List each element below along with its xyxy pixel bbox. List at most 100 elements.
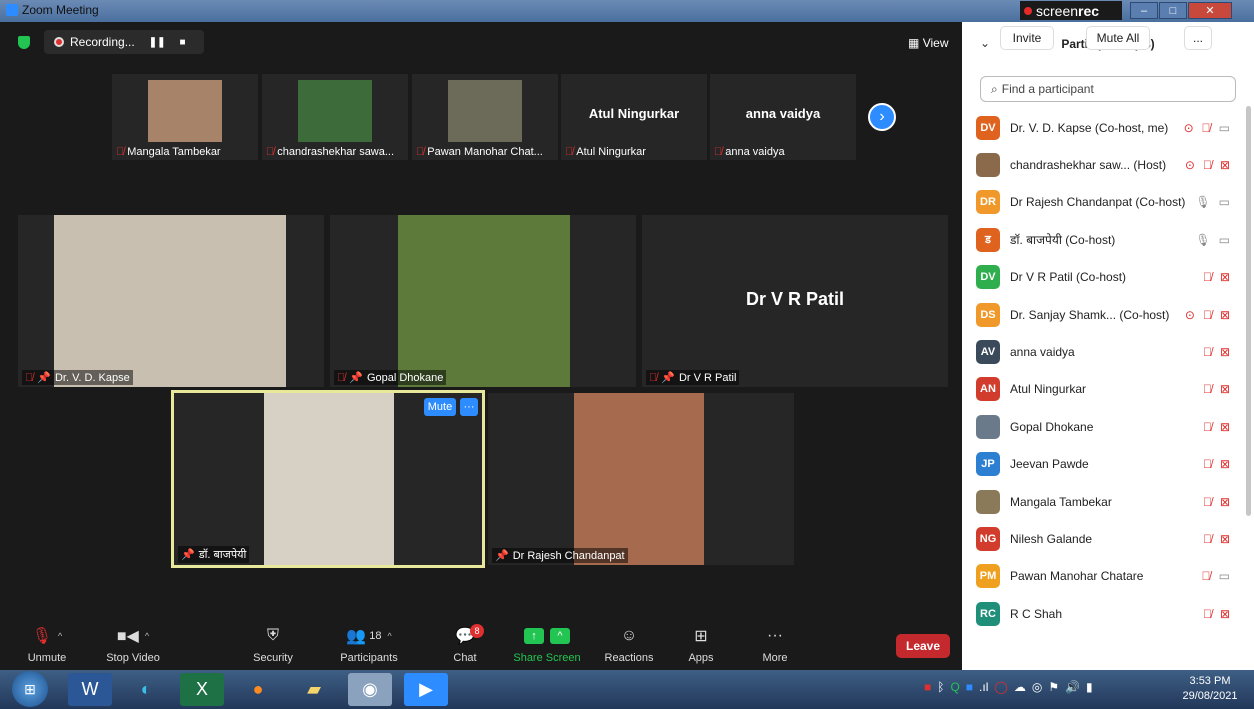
mic-icon[interactable]: 🎙: [1195, 195, 1210, 209]
camera-off-icon[interactable]: ⊠: [1220, 382, 1230, 396]
chat-button[interactable]: 💬 8 Chat: [430, 622, 500, 670]
participant-row[interactable]: Gopal Dhokane 🎙̸ ⊠: [976, 408, 1242, 445]
thumb-tile[interactable]: anna vaidya 🎙̸ anna vaidya: [710, 74, 856, 160]
unmute-button[interactable]: 🎙 ^ Unmute: [12, 622, 82, 670]
apps-button[interactable]: ⊞ Apps: [666, 622, 736, 670]
participant-row[interactable]: NG Nilesh Galande 🎙̸ ⊠: [976, 520, 1242, 557]
thumb-tile[interactable]: Atul Ningurkar 🎙̸ Atul Ningurkar: [561, 74, 707, 160]
taskbar-clock[interactable]: 3:53 PM 29/08/2021: [1170, 674, 1250, 704]
security-shield-icon[interactable]: [18, 36, 30, 49]
next-page-button[interactable]: ›: [868, 103, 896, 131]
thumb-tile[interactable]: 🎙̸ Pawan Manohar Chat...: [412, 74, 558, 160]
mic-muted-icon[interactable]: 🎙̸: [1203, 158, 1212, 172]
chevron-up-icon[interactable]: ^: [58, 631, 62, 641]
mic-icon[interactable]: 🎙: [1195, 233, 1210, 247]
participant-row[interactable]: DV Dr V R Patil (Co-host) 🎙̸ ⊠: [976, 259, 1242, 296]
camera-off-icon[interactable]: ⊠: [1220, 607, 1230, 621]
participant-search-input[interactable]: ⌕ Find a participant: [980, 76, 1236, 102]
participant-row[interactable]: DR Dr Rajesh Chandanpat (Co-host) 🎙 ▭: [976, 184, 1242, 221]
panel-more-button[interactable]: ...: [1184, 26, 1212, 50]
video-tile[interactable]: 🎙̸ 📌 Dr. V. D. Kapse: [18, 215, 324, 387]
camera-icon[interactable]: ▭: [1219, 121, 1230, 135]
mic-muted-icon[interactable]: 🎙̸: [1203, 495, 1212, 509]
mic-muted-icon[interactable]: 🎙̸: [1203, 270, 1212, 284]
participant-row[interactable]: AV anna vaidya 🎙̸ ⊠: [976, 333, 1242, 370]
mic-muted-icon[interactable]: 🎙̸: [1203, 420, 1212, 434]
participant-row[interactable]: Mangala Tambekar 🎙̸ ⊠: [976, 483, 1242, 520]
view-button[interactable]: ▦ View: [908, 36, 948, 50]
zoom-taskbar-icon[interactable]: ▶: [404, 673, 448, 706]
tray-search-icon[interactable]: ◎: [1032, 680, 1042, 694]
invite-button[interactable]: Invite: [1000, 26, 1054, 50]
tray-blue-icon[interactable]: ■: [966, 680, 973, 694]
leave-button[interactable]: Leave: [896, 634, 950, 658]
video-tile[interactable]: Dr V R Patil 🎙̸ 📌 Dr V R Patil: [642, 215, 948, 387]
participant-row[interactable]: chandrashekhar saw... (Host) ⊙ 🎙̸ ⊠: [976, 146, 1242, 183]
active-speaker-tile[interactable]: 📌 डॉ. बाजपेयी: [171, 390, 485, 568]
participant-row[interactable]: RC R C Shah 🎙̸ ⊠: [976, 595, 1242, 632]
participant-row[interactable]: JP Jeevan Pawde 🎙̸ ⊠: [976, 446, 1242, 483]
reactions-button[interactable]: ☺ Reactions: [594, 622, 664, 670]
file-explorer-icon[interactable]: ▰: [292, 673, 336, 706]
camera-off-icon[interactable]: ⊠: [1220, 308, 1230, 322]
mic-muted-icon[interactable]: 🎙̸: [1203, 308, 1212, 322]
firefox-icon[interactable]: ●: [236, 673, 280, 706]
thumb-tile[interactable]: 🎙̸ chandrashekhar sawa...: [262, 74, 408, 160]
mic-muted-icon[interactable]: 🎙̸: [1203, 382, 1212, 396]
participant-row[interactable]: DV Dr. V. D. Kapse (Co-host, me) ⊙ 🎙̸ ▭: [976, 109, 1242, 146]
camera-off-icon[interactable]: ⊠: [1220, 532, 1230, 546]
participant-more-button[interactable]: ···: [460, 398, 478, 416]
camera-off-icon[interactable]: ⊠: [1220, 158, 1230, 172]
chrome-icon[interactable]: ◉: [348, 673, 392, 706]
volume-icon[interactable]: 🔊: [1065, 680, 1080, 694]
chevron-up-icon[interactable]: ^: [145, 631, 149, 641]
camera-icon[interactable]: ▭: [1219, 195, 1230, 209]
word-icon[interactable]: W: [68, 673, 112, 706]
more-button[interactable]: ··· More: [740, 622, 810, 670]
panel-scrollbar[interactable]: [1246, 106, 1251, 516]
video-tile[interactable]: 🎙̸ 📌 Gopal Dhokane: [330, 215, 636, 387]
camera-icon[interactable]: ▭: [1219, 569, 1230, 583]
flag-icon[interactable]: ⚑: [1048, 680, 1059, 694]
pause-recording-icon[interactable]: ❚❚: [149, 37, 166, 48]
security-button[interactable]: ⛨ Security: [238, 622, 308, 670]
mic-muted-icon[interactable]: 🎙̸: [1203, 457, 1212, 471]
video-tile[interactable]: 📌 Dr Rajesh Chandanpat: [488, 393, 794, 565]
mic-muted-icon[interactable]: 🎙̸: [1203, 345, 1212, 359]
network-icon[interactable]: .ıl: [979, 680, 988, 694]
thumb-tile[interactable]: 🎙̸ Mangala Tambekar: [112, 74, 258, 160]
tray-cloud-icon[interactable]: ☁: [1014, 680, 1026, 694]
tray-red-circle-icon[interactable]: ◯: [994, 680, 1007, 694]
mute-participant-button[interactable]: Mute: [424, 398, 456, 416]
tray-red-icon[interactable]: ■: [924, 680, 931, 694]
stop-recording-icon[interactable]: ■: [179, 37, 185, 48]
mute-all-button[interactable]: Mute All: [1086, 26, 1150, 50]
camera-off-icon[interactable]: ⊠: [1220, 345, 1230, 359]
stop-video-button[interactable]: ■◀ ^ Stop Video: [98, 622, 168, 670]
camera-off-icon[interactable]: ⊠: [1220, 420, 1230, 434]
close-button[interactable]: ✕: [1188, 2, 1232, 19]
tray-app-icon[interactable]: Q: [950, 680, 959, 694]
excel-icon[interactable]: X: [180, 673, 224, 706]
camera-off-icon[interactable]: ⊠: [1220, 495, 1230, 509]
start-button[interactable]: ⊞: [12, 671, 48, 707]
mic-muted-icon[interactable]: 🎙̸: [1203, 607, 1212, 621]
mic-muted-icon[interactable]: 🎙̸: [1202, 121, 1211, 135]
minimize-button[interactable]: –: [1130, 2, 1158, 19]
camera-off-icon[interactable]: ⊠: [1220, 457, 1230, 471]
participants-button[interactable]: 👥 18 ^ Participants: [334, 622, 404, 670]
participant-row[interactable]: ड डॉ. बाजपेयी (Co-host) 🎙 ▭: [976, 221, 1242, 258]
chevron-up-icon[interactable]: ^: [387, 631, 391, 641]
battery-icon[interactable]: ▮: [1086, 680, 1093, 694]
edge-icon[interactable]: ◐: [124, 673, 168, 706]
mic-muted-icon[interactable]: 🎙̸: [1202, 569, 1211, 583]
chevron-up-icon[interactable]: ^: [550, 628, 570, 644]
participant-row[interactable]: DS Dr. Sanjay Shamk... (Co-host) ⊙ 🎙̸ ⊠: [976, 296, 1242, 333]
participant-row[interactable]: AN Atul Ningurkar 🎙̸ ⊠: [976, 371, 1242, 408]
screenrec-widget[interactable]: screen rec: [1020, 1, 1122, 20]
bluetooth-icon[interactable]: ᛒ: [937, 680, 944, 694]
participant-row[interactable]: PM Pawan Manohar Chatare 🎙̸ ▭: [976, 558, 1242, 595]
share-screen-button[interactable]: ↑ ^ Share Screen: [512, 622, 582, 670]
mic-muted-icon[interactable]: 🎙̸: [1203, 532, 1212, 546]
camera-icon[interactable]: ▭: [1219, 233, 1230, 247]
